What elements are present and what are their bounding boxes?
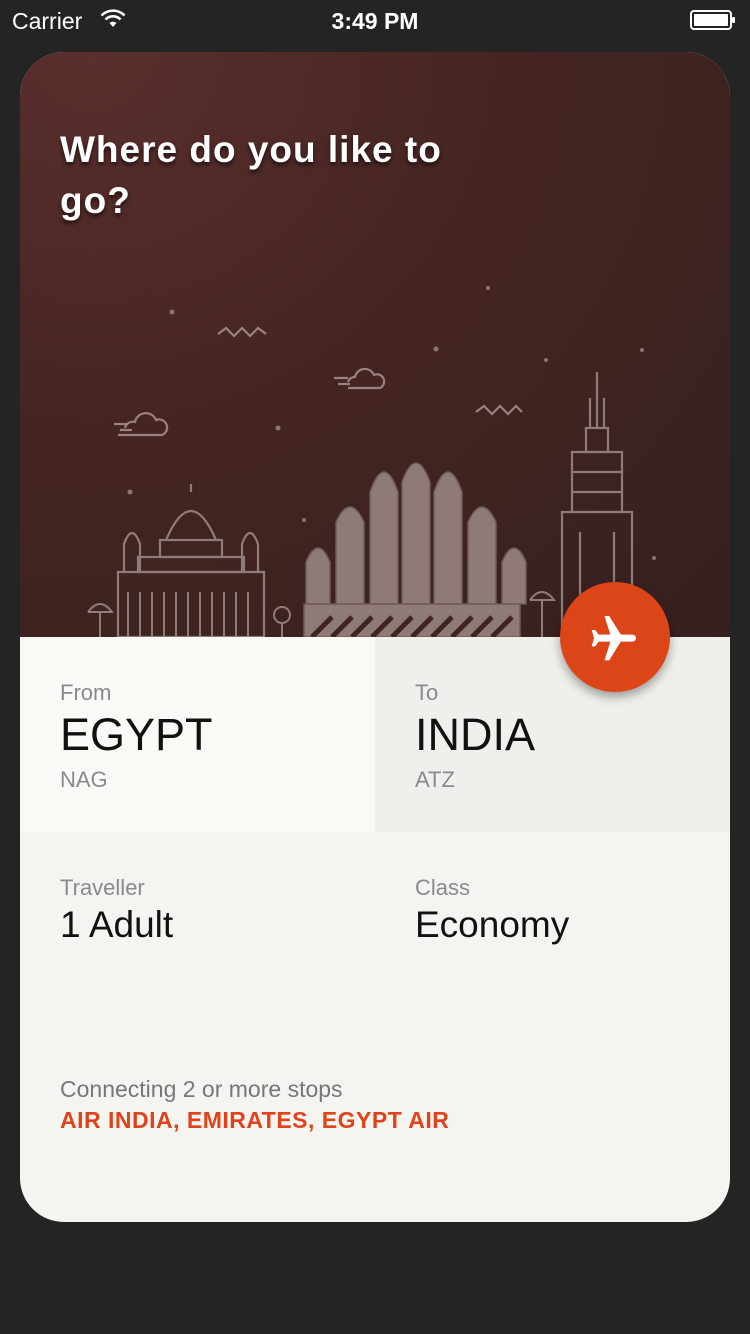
traveller-label: Traveller: [60, 875, 145, 900]
class-label: Class: [415, 875, 471, 900]
hero-banner: Where do you like to go?: [20, 52, 730, 637]
class-selector[interactable]: Class Economy: [375, 832, 730, 1032]
from-country: EGYPT: [60, 709, 213, 760]
status-bar: Carrier 3:49 PM: [0, 0, 750, 40]
to-selector[interactable]: To INDIA ATZ: [375, 637, 730, 832]
search-flights-button[interactable]: [560, 582, 670, 692]
stops-info: Connecting 2 or more stops: [60, 1076, 343, 1102]
hero-title: Where do you like to go?: [60, 129, 442, 221]
airplane-icon: [591, 616, 636, 661]
traveller-value: 1 Adult: [60, 904, 174, 945]
to-country: INDIA: [415, 709, 536, 760]
battery-icon: [690, 10, 735, 30]
class-value: Economy: [415, 904, 570, 945]
to-label: To: [415, 680, 439, 705]
to-code: ATZ: [415, 767, 455, 792]
airlines-list: AIR INDIA, EMIRATES, EGYPT AIR: [60, 1107, 450, 1133]
from-selector[interactable]: From EGYPT NAG: [20, 637, 375, 832]
from-code: NAG: [60, 767, 108, 792]
from-label: From: [60, 680, 112, 705]
search-card: Where do you like to go? From EGYPT NAG …: [20, 52, 730, 1222]
traveller-selector[interactable]: Traveller 1 Adult: [20, 832, 375, 1032]
status-time: 3:49 PM: [331, 8, 419, 34]
